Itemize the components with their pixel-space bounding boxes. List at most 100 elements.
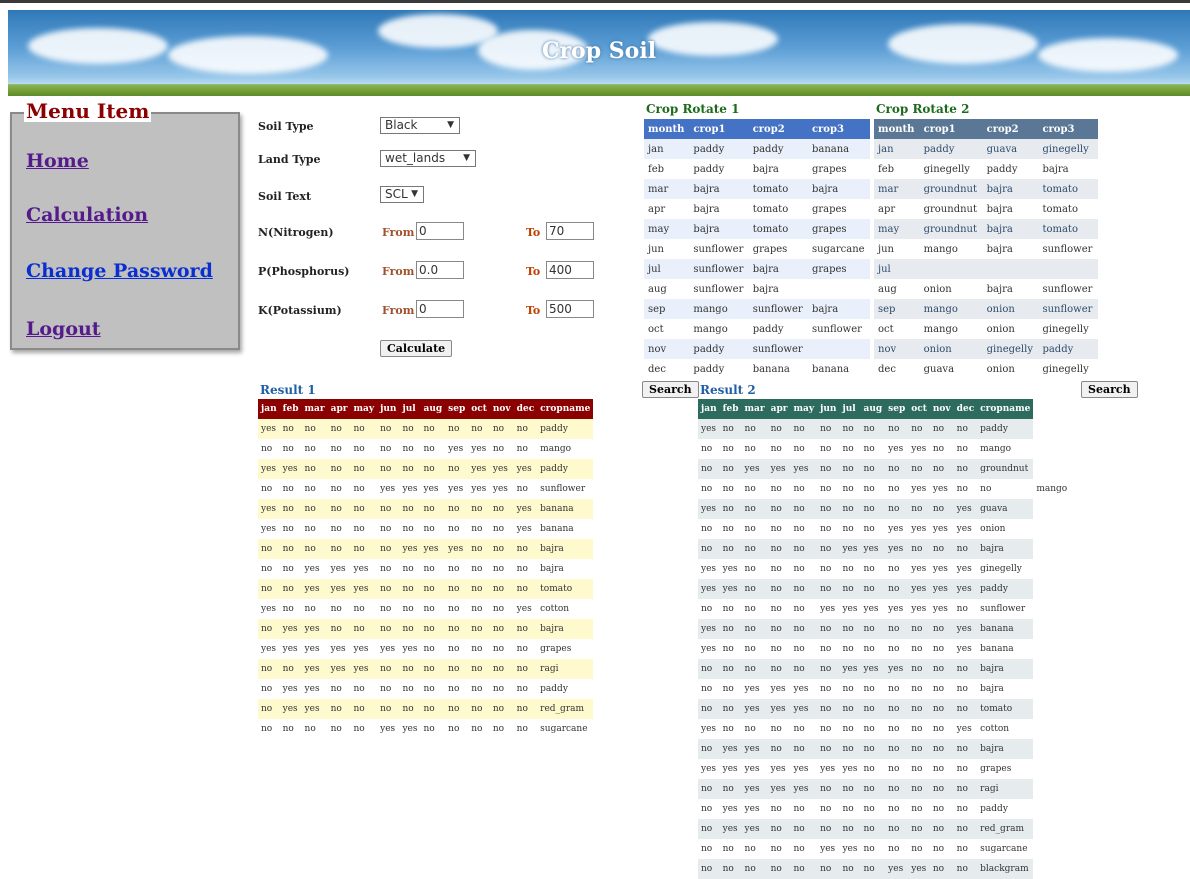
table-row: no no no no no no no no yes yes no no mango (698, 439, 1070, 459)
table-cell: no (448, 584, 460, 594)
table-cell: no (448, 624, 460, 634)
table-cell: yes (261, 524, 277, 534)
table-cell: yes (793, 784, 809, 794)
table-cell: no (330, 624, 342, 634)
table-cell: no (722, 544, 734, 554)
table-cell: no (380, 524, 392, 534)
land-type-select[interactable]: wet_lands ▼ (380, 150, 476, 167)
table-cell: no (956, 444, 968, 454)
table-cell: no (330, 504, 342, 514)
table-cell: no (770, 844, 782, 854)
table-cell: no (282, 544, 294, 554)
table-cell: mar (648, 183, 669, 195)
table-cell: no (956, 844, 968, 854)
table-cell: no (353, 464, 365, 474)
table-cell: bajra (980, 664, 1004, 674)
nitrogen-to-input[interactable]: 70 (546, 222, 594, 240)
table-cell: no (820, 704, 832, 714)
column-header: cropname (537, 399, 594, 419)
search-button-1[interactable]: Search (642, 381, 699, 398)
table-cell: sunflower (693, 283, 744, 295)
menu-item-home[interactable]: Home (26, 150, 89, 172)
table-cell: no (842, 644, 854, 654)
table-cell: banana (540, 524, 574, 534)
soil-type-select[interactable]: Black ▼ (380, 117, 460, 134)
potassium-from-input[interactable]: 0 (416, 300, 464, 318)
table-cell: bajra (811, 183, 839, 195)
table-cell: no (820, 564, 832, 574)
table-cell: yes (932, 564, 948, 574)
table-cell: yes (770, 764, 786, 774)
table-cell: no (448, 604, 460, 614)
table-cell: no (380, 444, 392, 454)
table-cell: apr (648, 203, 666, 215)
table-cell: no (744, 564, 756, 574)
table-cell: no (380, 424, 392, 434)
phosphorus-to-input[interactable]: 400 (546, 261, 594, 279)
table-cell: no (701, 704, 713, 714)
table-cell: no (793, 544, 805, 554)
table-row: no no no no no yes yes yes yes yes yes no sunflower (258, 479, 593, 499)
calculate-button[interactable]: Calculate (380, 340, 453, 357)
table-cell: no (492, 644, 505, 654)
table-cell: dec (878, 363, 896, 375)
nitrogen-from-input[interactable]: 0 (416, 222, 464, 240)
table-cell: no (261, 544, 273, 554)
table-cell: yes (911, 444, 927, 454)
menu-item-logout[interactable]: Logout (26, 318, 101, 340)
table-cell: no (304, 724, 316, 734)
table-cell: no (516, 424, 528, 434)
phosphorus-from-input[interactable]: 0.0 (416, 261, 464, 279)
table-cell: yes (911, 564, 927, 574)
potassium-to-input[interactable]: 500 (546, 300, 594, 318)
table-row: yes yes no no no no no no no yes yes yes ginegelly (698, 559, 1070, 579)
table-cell: no (701, 864, 713, 874)
table-cell: yes (701, 564, 717, 574)
table-cell: no (423, 604, 435, 614)
table-cell: no (888, 804, 900, 814)
table-cell: yes (770, 704, 786, 714)
table-cell: no (448, 564, 460, 574)
table-cell: yes (471, 464, 487, 474)
table-cell: bajra (811, 303, 839, 315)
menu-item-calculation[interactable]: Calculation (26, 204, 148, 226)
table-cell: paddy (986, 163, 1018, 175)
soil-text-select[interactable]: SCL ▼ (380, 186, 424, 203)
table-row: yes yes yes yes yes yes yes no no no no no grapes (258, 639, 593, 659)
column-header: feb (279, 399, 302, 419)
column-header: dec (513, 399, 538, 419)
table-cell: no (770, 564, 782, 574)
table-cell: no (516, 564, 528, 574)
table-cell: no (770, 644, 782, 654)
table-cell: yes (956, 504, 972, 514)
table-cell: no (744, 544, 756, 554)
table-cell: no (820, 444, 832, 454)
table-cell: no (261, 664, 273, 674)
menu-item-change-password[interactable]: Change Password (26, 260, 213, 282)
table-cell: no (956, 864, 968, 874)
table-cell: no (820, 784, 832, 794)
table-cell: no (722, 604, 734, 614)
table-cell: no (793, 584, 805, 594)
table-cell: no (932, 424, 945, 434)
table-cell: no (353, 684, 365, 694)
table-cell: bajra (986, 243, 1013, 255)
table-cell: no (448, 644, 460, 654)
table-cell: no (932, 784, 945, 794)
table-cell: no (353, 524, 365, 534)
search-button-2[interactable]: Search (1081, 381, 1138, 398)
table-cell: no (261, 584, 273, 594)
table-cell: no (471, 724, 483, 734)
table-cell: yes (304, 624, 320, 634)
table-row: no yes yes no no no no no no no no no paddy (698, 799, 1070, 819)
table-cell: yes (744, 804, 760, 814)
table-cell: yes (380, 724, 396, 734)
table-cell: no (956, 764, 968, 774)
table-cell (808, 279, 870, 299)
table-cell: no (863, 684, 875, 694)
table-cell: jul (878, 263, 891, 275)
table-cell: no (722, 704, 734, 714)
table-cell: no (516, 584, 528, 594)
table-cell: jun (878, 243, 894, 255)
table-cell: sugarcane (811, 243, 865, 255)
